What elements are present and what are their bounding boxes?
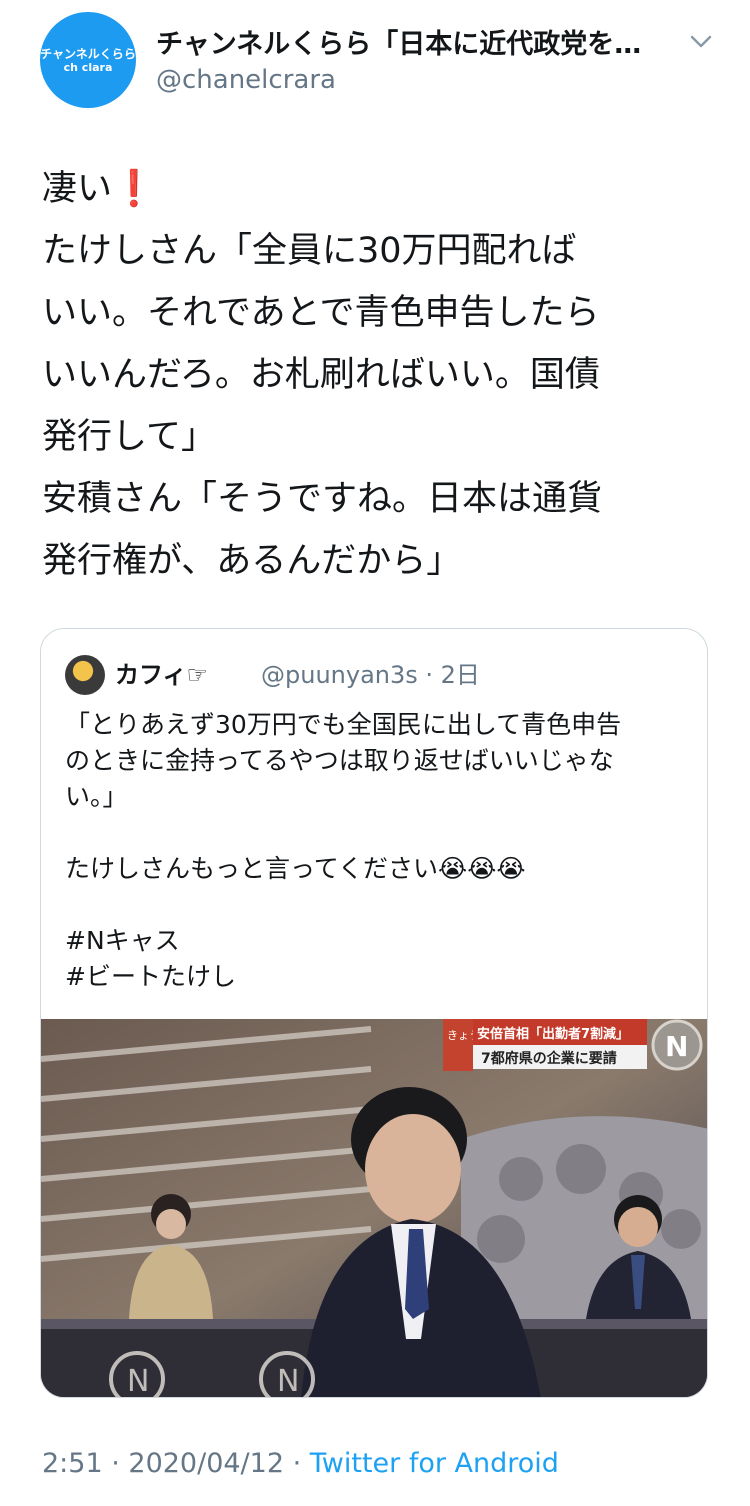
tweet-line: いい。それであとで青色申告したら [42, 293, 600, 333]
tweet-footer: 2:51 · 2020/04/12 · Twitter for Android [42, 1448, 559, 1479]
source-app-link[interactable]: Twitter for Android [310, 1448, 559, 1479]
tweet-text: 凄い❗ たけしさん「全員に30万円配れば いい。それであとで青色申告したら いい… [42, 158, 712, 592]
quoted-tweet-text: 「とりあえず30万円でも全国民に出して青色申告 のときに金持ってるやつは取り返せ… [65, 707, 685, 995]
author-display-name[interactable]: チャンネルくらら「日本に近代政党を… [156, 28, 656, 62]
quoted-author-meta: @puunyan3s · 2日 [261, 661, 480, 689]
svg-text:7都府県の企業に要請: 7都府県の企業に要請 [481, 1050, 617, 1067]
tweet-header: チャンネルくらら ch clara チャンネルくらら「日本に近代政党を… @ch… [0, 0, 750, 120]
quoted-line [65, 887, 685, 923]
author-avatar[interactable]: チャンネルくらら ch clara [40, 12, 136, 108]
svg-text:N: N [665, 1030, 688, 1063]
author-handle[interactable]: @chanelcrara [156, 64, 336, 96]
n-logo-icon: N [651, 1019, 703, 1071]
quoted-line: い。」 [65, 782, 128, 811]
svg-text:N: N [127, 1364, 149, 1398]
tweet-line: 安積さん「そうですね。日本は通貨 [42, 479, 603, 519]
exclamation-emoji: ❗ [112, 169, 156, 209]
tweet-date: 2020/04/12 [128, 1448, 285, 1479]
tweet-line: いいんだろ。お札刷ればいい。国債 [42, 355, 600, 395]
quoted-line: のときに金持ってるやつは取り返せばいいじゃな [65, 746, 614, 775]
chevron-down-icon[interactable] [690, 34, 712, 50]
tweet-line: たけしさん「全員に30万円配れば [42, 231, 577, 271]
svg-text:安倍首相「出勤者7割減」: 安倍首相「出勤者7割減」 [477, 1026, 629, 1042]
quoted-author-avatar [65, 655, 105, 695]
hashtag: #ビートたけし [65, 962, 236, 991]
quoted-tweet-header: カフィ☞ @puunyan3s · 2日 [65, 655, 685, 695]
hashtag: #Nキャス [65, 926, 180, 955]
svg-text:N: N [277, 1364, 299, 1398]
tweet-line: 発行して」 [42, 417, 216, 457]
quoted-media-image[interactable]: N N きょう 安倍首相「出勤者7割減」 7都府県の企業に要請 N [41, 1019, 707, 1398]
quoted-tweet[interactable]: カフィ☞ @puunyan3s · 2日 「とりあえず30万円でも全国民に出して… [40, 628, 708, 1398]
avatar-text: チャンネルくらら [40, 46, 136, 61]
avatar-subtext: ch clara [63, 60, 113, 74]
tweet-time: 2:51 [42, 1448, 103, 1479]
tweet-line: 発行権が、あるんだから」 [42, 541, 462, 581]
quoted-timestamp: 2日 [440, 661, 480, 689]
tweet-line: 凄い❗ [42, 169, 156, 209]
quoted-author-handle: @puunyan3s [261, 661, 418, 689]
quoted-line: たけしさんもっと言ってください😭😭😭 [65, 854, 526, 883]
quoted-author-name: カフィ☞ [115, 661, 209, 689]
quoted-line: 「とりあえず30万円でも全国民に出して青色申告 [65, 710, 622, 739]
news-caption-box: きょう 安倍首相「出勤者7割減」 7都府県の企業に要請 [443, 1019, 647, 1071]
quoted-line [65, 815, 685, 851]
